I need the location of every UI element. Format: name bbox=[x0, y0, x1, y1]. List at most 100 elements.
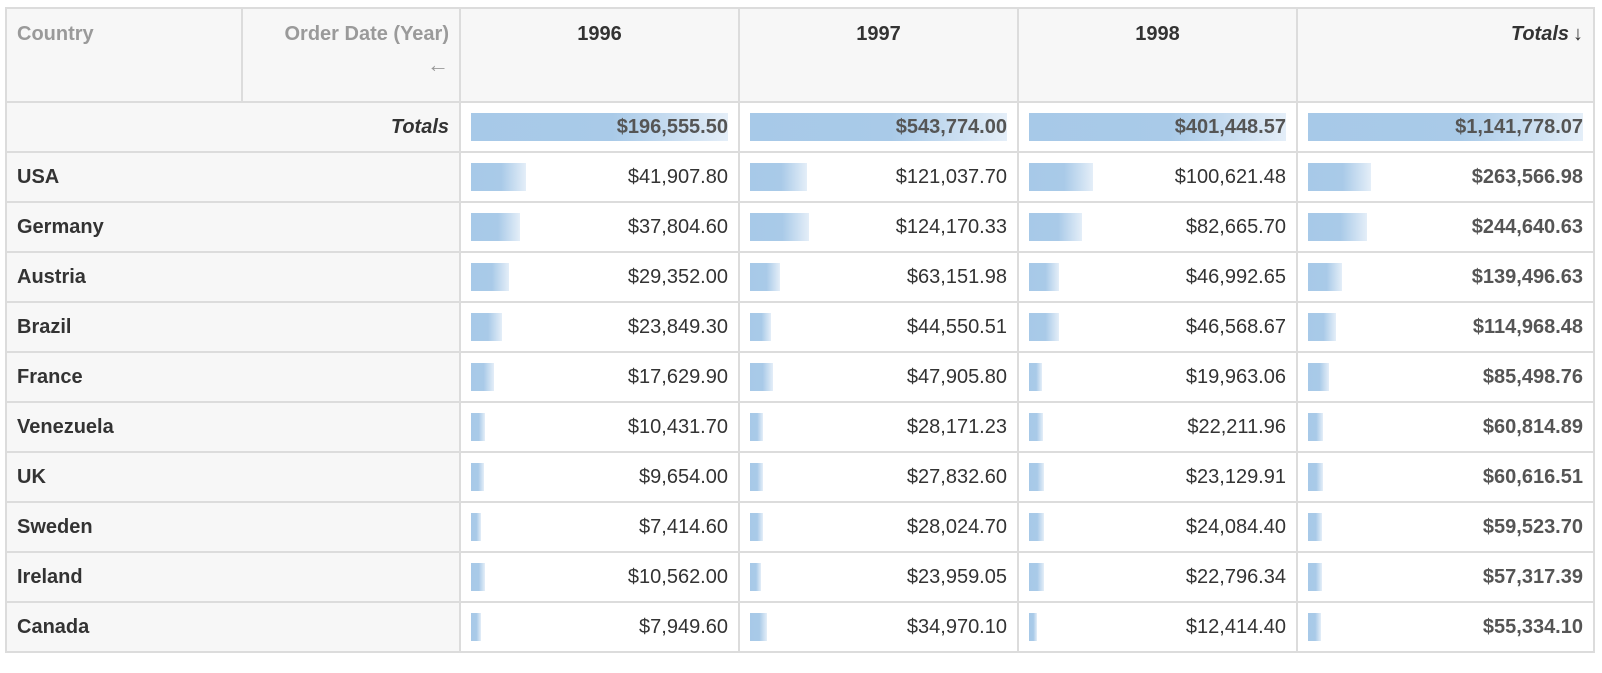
value-bar bbox=[750, 513, 763, 541]
value-bar bbox=[750, 363, 773, 391]
country-label[interactable]: Austria bbox=[5, 251, 461, 303]
column-total-cell: $401,448.57 bbox=[1017, 101, 1298, 153]
value-cell: $47,905.80 bbox=[738, 351, 1019, 403]
column-total-value: $196,555.50 bbox=[616, 115, 728, 138]
value-cell: $44,550.51 bbox=[738, 301, 1019, 353]
totals-column-label: Totals bbox=[1510, 23, 1569, 45]
value-bar bbox=[750, 413, 763, 441]
value-bar bbox=[750, 613, 767, 641]
country-label[interactable]: UK bbox=[5, 451, 461, 503]
cell-value: $28,024.70 bbox=[906, 515, 1007, 538]
row-total-cell: $244,640.63 bbox=[1296, 201, 1595, 253]
column-dimension-header[interactable]: Order Date (Year) ← bbox=[241, 7, 461, 103]
cell-value: $24,084.40 bbox=[1185, 515, 1286, 538]
value-bar bbox=[471, 313, 502, 341]
row-total-cell: $55,334.10 bbox=[1296, 601, 1595, 653]
value-cell: $23,849.30 bbox=[459, 301, 740, 353]
value-cell: $63,151.98 bbox=[738, 251, 1019, 303]
value-cell: $12,414.40 bbox=[1017, 601, 1298, 653]
value-cell: $10,562.00 bbox=[459, 551, 740, 603]
value-cell: $82,665.70 bbox=[1017, 201, 1298, 253]
cell-value: $19,963.06 bbox=[1185, 365, 1286, 388]
cell-value: $22,796.34 bbox=[1185, 565, 1286, 588]
year-label: 1997 bbox=[856, 23, 901, 45]
value-cell: $46,568.67 bbox=[1017, 301, 1298, 353]
country-label[interactable]: Canada bbox=[5, 601, 461, 653]
value-bar bbox=[1029, 413, 1043, 441]
value-cell: $121,037.70 bbox=[738, 151, 1019, 203]
country-label[interactable]: Brazil bbox=[5, 301, 461, 353]
value-bar bbox=[1029, 613, 1037, 641]
grand-total-value: $1,141,778.07 bbox=[1455, 115, 1583, 138]
value-cell: $37,804.60 bbox=[459, 201, 740, 253]
row-dimension-header[interactable]: Country bbox=[5, 7, 243, 103]
country-label[interactable]: Sweden bbox=[5, 501, 461, 553]
value-cell: $28,171.23 bbox=[738, 401, 1019, 453]
country-label[interactable]: France bbox=[5, 351, 461, 403]
cell-value: $10,431.70 bbox=[627, 415, 728, 438]
table-row: Germany $37,804.60 $124,170.33 $82,665.70 $2… bbox=[5, 201, 1595, 253]
value-bar bbox=[471, 263, 509, 291]
pivot-table: Country Order Date (Year) ← 1996 1997 19… bbox=[5, 7, 1595, 653]
year-label: 1996 bbox=[577, 23, 622, 45]
value-bar bbox=[471, 163, 526, 191]
value-cell: $19,963.06 bbox=[1017, 351, 1298, 403]
value-bar bbox=[471, 563, 485, 591]
value-bar bbox=[750, 163, 807, 191]
value-bar bbox=[750, 263, 780, 291]
value-cell: $9,654.00 bbox=[459, 451, 740, 503]
sort-descending-icon[interactable]: ↓ bbox=[1573, 23, 1583, 45]
value-bar bbox=[1308, 363, 1329, 391]
value-bar bbox=[1029, 313, 1059, 341]
value-bar bbox=[1029, 513, 1044, 541]
totals-row-label: Totals bbox=[5, 101, 461, 153]
table-row: Canada $7,949.60 $34,970.10 $12,414.40 $55,3… bbox=[5, 601, 1595, 653]
value-bar bbox=[1308, 463, 1323, 491]
cell-value: $22,211.96 bbox=[1187, 415, 1286, 438]
value-bar bbox=[471, 613, 481, 641]
country-label[interactable]: Germany bbox=[5, 201, 461, 253]
column-dimension-label: Order Date (Year) bbox=[284, 23, 449, 45]
cell-value: $139,496.63 bbox=[1471, 265, 1583, 288]
cell-value: $100,621.48 bbox=[1174, 165, 1286, 188]
year-header[interactable]: 1998 bbox=[1017, 7, 1298, 103]
value-bar bbox=[471, 463, 484, 491]
table-row: Austria $29,352.00 $63,151.98 $46,992.65 $13… bbox=[5, 251, 1595, 303]
value-cell: $22,796.34 bbox=[1017, 551, 1298, 603]
country-label[interactable]: Ireland bbox=[5, 551, 461, 603]
table-row: Venezuela $10,431.70 $28,171.23 $22,211.96 $… bbox=[5, 401, 1595, 453]
year-header[interactable]: 1997 bbox=[738, 7, 1019, 103]
totals-column-header[interactable]: Totals ↓ bbox=[1296, 7, 1595, 103]
row-total-cell: $85,498.76 bbox=[1296, 351, 1595, 403]
cell-value: $114,968.48 bbox=[1472, 315, 1583, 338]
cell-value: $41,907.80 bbox=[627, 165, 728, 188]
row-total-cell: $60,616.51 bbox=[1296, 451, 1595, 503]
row-total-cell: $57,317.39 bbox=[1296, 551, 1595, 603]
value-cell: $34,970.10 bbox=[738, 601, 1019, 653]
cell-value: $34,970.10 bbox=[906, 615, 1007, 638]
cell-value: $29,352.00 bbox=[627, 265, 728, 288]
value-cell: $7,949.60 bbox=[459, 601, 740, 653]
column-total-value: $543,774.00 bbox=[895, 115, 1007, 138]
cell-value: $23,959.05 bbox=[906, 565, 1007, 588]
cell-value: $44,550.51 bbox=[906, 315, 1007, 338]
cell-value: $23,849.30 bbox=[627, 315, 728, 338]
value-cell: $28,024.70 bbox=[738, 501, 1019, 553]
value-cell: $27,832.60 bbox=[738, 451, 1019, 503]
arrow-left-icon[interactable]: ← bbox=[253, 52, 449, 78]
country-label[interactable]: USA bbox=[5, 151, 461, 203]
cell-value: $244,640.63 bbox=[1471, 215, 1583, 238]
country-label[interactable]: Venezuela bbox=[5, 401, 461, 453]
value-bar bbox=[1308, 263, 1342, 291]
value-cell: $124,170.33 bbox=[738, 201, 1019, 253]
cell-value: $12,414.40 bbox=[1185, 615, 1286, 638]
value-cell: $10,431.70 bbox=[459, 401, 740, 453]
value-cell: $46,992.65 bbox=[1017, 251, 1298, 303]
cell-value: $63,151.98 bbox=[906, 265, 1007, 288]
value-cell: $41,907.80 bbox=[459, 151, 740, 203]
cell-value: $28,171.23 bbox=[906, 415, 1007, 438]
year-label: 1998 bbox=[1135, 23, 1180, 45]
year-header[interactable]: 1996 bbox=[459, 7, 740, 103]
value-bar bbox=[1029, 263, 1059, 291]
cell-value: $47,905.80 bbox=[906, 365, 1007, 388]
